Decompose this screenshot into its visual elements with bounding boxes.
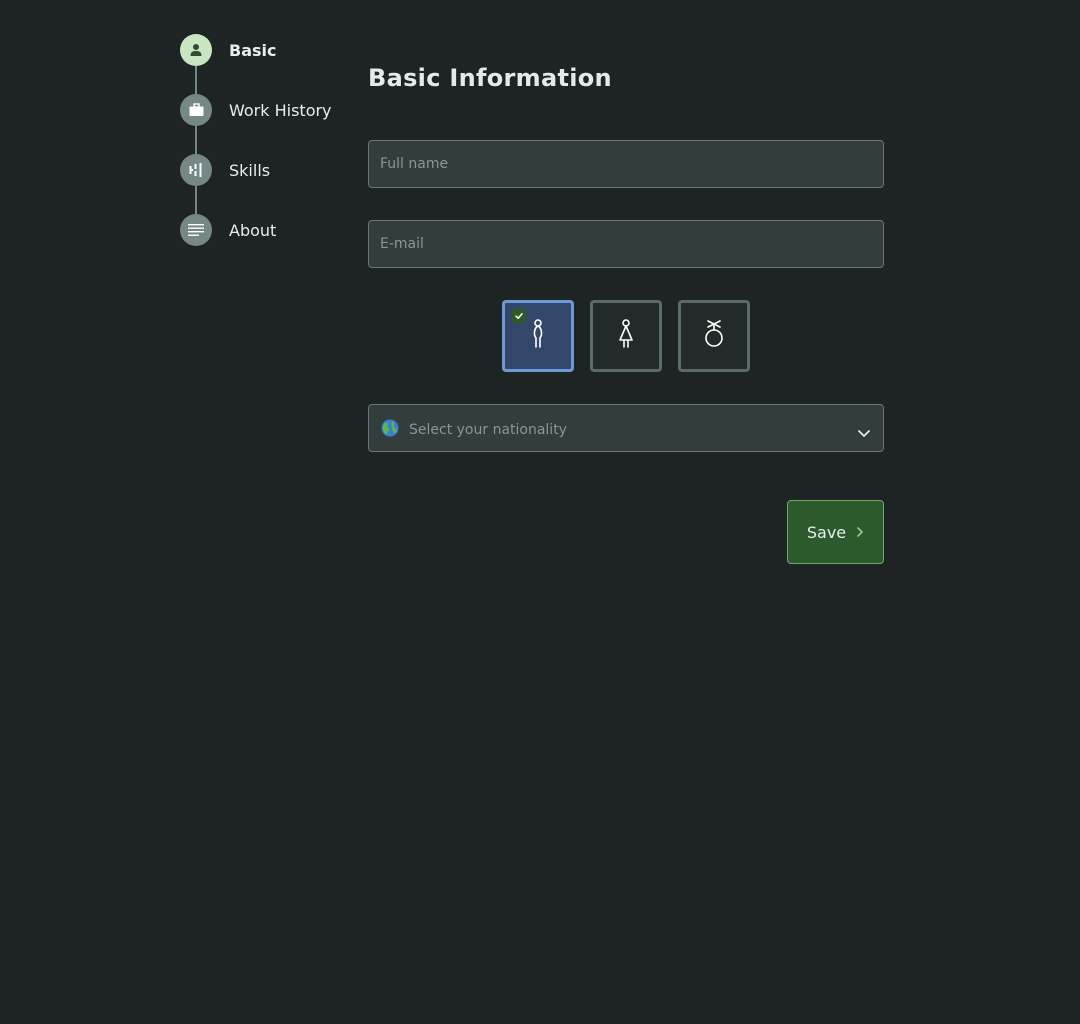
full-name-input[interactable] [368, 140, 884, 188]
lines-icon [180, 214, 212, 246]
sliders-icon [180, 154, 212, 186]
person-icon [180, 34, 212, 66]
chevron-right-icon [856, 523, 864, 542]
step-label: About [229, 220, 277, 240]
gender-female-option[interactable] [590, 300, 662, 372]
male-icon [530, 319, 546, 353]
step-label: Skills [229, 160, 271, 180]
briefcase-icon [180, 94, 212, 126]
globe-icon [381, 419, 399, 437]
step-basic[interactable]: Basic [180, 34, 276, 66]
step-connector [195, 126, 197, 154]
check-icon [511, 308, 527, 324]
gender-other-option[interactable] [678, 300, 750, 372]
other-gender-icon [704, 319, 724, 353]
save-label: Save [806, 522, 847, 542]
step-skills[interactable]: Skills [180, 154, 270, 186]
female-icon [618, 319, 634, 353]
nationality-select[interactable]: Select your nationality [368, 404, 884, 452]
chevron-down-icon [857, 423, 871, 442]
step-connector [195, 186, 197, 214]
step-label: Work History [229, 100, 332, 120]
gender-male-option[interactable] [502, 300, 574, 372]
email-input[interactable] [368, 220, 884, 268]
step-about[interactable]: About [180, 214, 276, 246]
nationality-placeholder: Select your nationality [409, 422, 567, 438]
step-label: Basic [229, 40, 277, 60]
page-title: Basic Information [368, 64, 612, 92]
step-connector [195, 66, 197, 94]
save-button[interactable]: Save [787, 500, 884, 564]
step-work-history[interactable]: Work History [180, 94, 332, 126]
